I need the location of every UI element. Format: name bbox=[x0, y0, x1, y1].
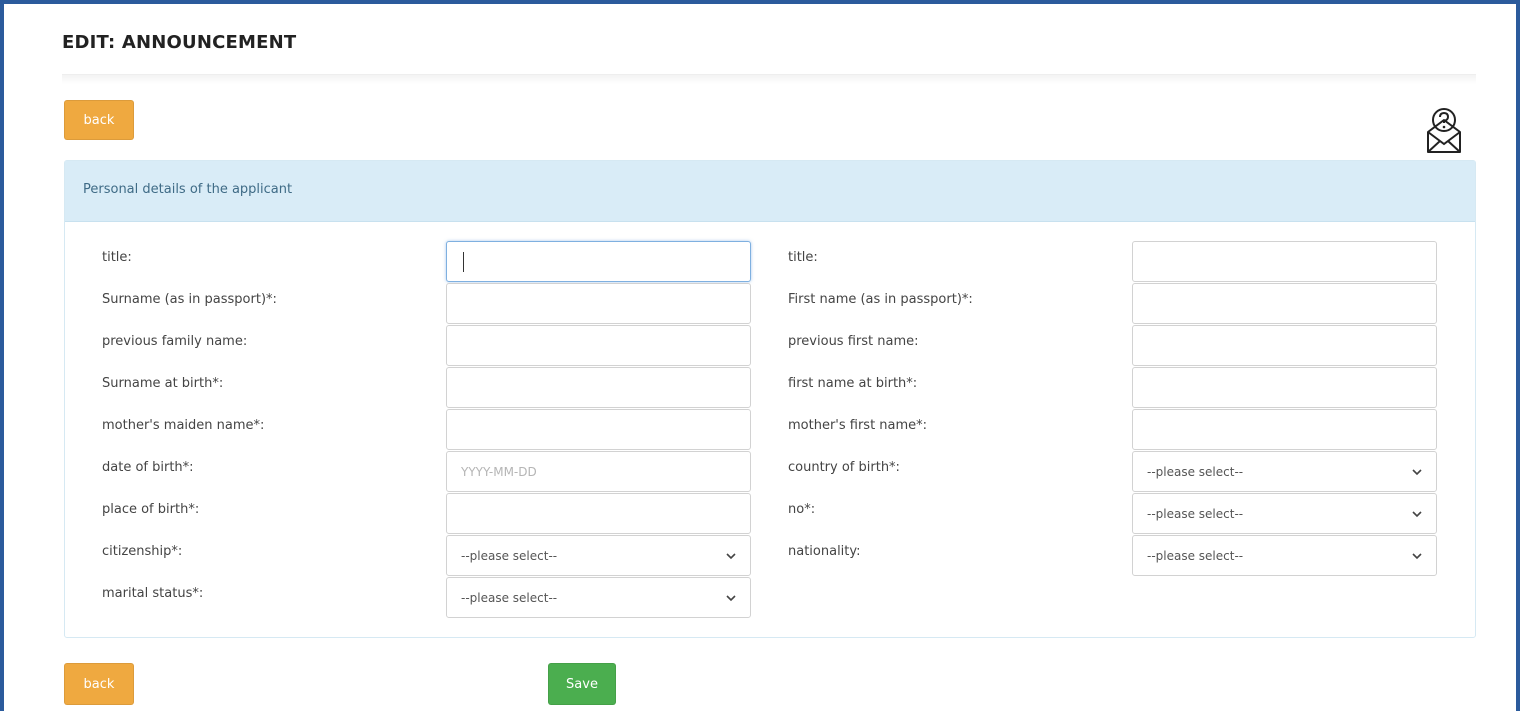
label-country-of-birth: country of birth*: bbox=[788, 460, 900, 475]
mothers-first-name-input[interactable] bbox=[1132, 409, 1437, 450]
panel-heading: Personal details of the applicant bbox=[65, 161, 1475, 222]
chevron-down-icon bbox=[1412, 552, 1422, 559]
no-select[interactable]: --please select-- bbox=[1132, 493, 1437, 534]
page-title: EDIT: ANNOUNCEMENT bbox=[62, 32, 297, 53]
chevron-down-icon bbox=[726, 594, 736, 601]
back-button-bottom[interactable]: back bbox=[64, 663, 134, 705]
chevron-down-icon bbox=[726, 552, 736, 559]
marital-status-select-value: --please select-- bbox=[461, 590, 558, 605]
marital-status-select[interactable]: --please select-- bbox=[446, 577, 751, 618]
label-mothers-first-name: mother's first name*: bbox=[788, 418, 928, 433]
label-mothers-maiden-name: mother's maiden name*: bbox=[102, 418, 265, 433]
title-input-left[interactable] bbox=[446, 241, 751, 282]
label-first-name-passport: First name (as in passport)*: bbox=[788, 292, 973, 307]
mothers-maiden-name-input[interactable] bbox=[446, 409, 751, 450]
label-place-of-birth: place of birth*: bbox=[102, 502, 200, 517]
label-first-name-at-birth: first name at birth*: bbox=[788, 376, 918, 391]
app-frame: EDIT: ANNOUNCEMENT back Personal details… bbox=[0, 0, 1520, 711]
save-button[interactable]: Save bbox=[548, 663, 616, 705]
envelope-question-icon[interactable] bbox=[1424, 106, 1464, 154]
citizenship-select-value: --please select-- bbox=[461, 548, 558, 563]
label-marital-status: marital status*: bbox=[102, 586, 204, 601]
label-previous-first-name: previous first name: bbox=[788, 334, 919, 349]
place-of-birth-input[interactable] bbox=[446, 493, 751, 534]
label-nationality: nationality: bbox=[788, 544, 861, 559]
label-no: no*: bbox=[788, 502, 816, 517]
chevron-down-icon bbox=[1412, 468, 1422, 475]
date-of-birth-input[interactable]: YYYY-MM-DD bbox=[446, 451, 751, 492]
country-of-birth-select-value: --please select-- bbox=[1147, 464, 1244, 479]
label-surname-passport: Surname (as in passport)*: bbox=[102, 292, 277, 307]
label-title-right: title: bbox=[788, 250, 818, 265]
label-date-of-birth: date of birth*: bbox=[102, 460, 194, 475]
nationality-select[interactable]: --please select-- bbox=[1132, 535, 1437, 576]
first-name-passport-input[interactable] bbox=[1132, 283, 1437, 324]
back-button-top[interactable]: back bbox=[64, 100, 134, 140]
nationality-select-value: --please select-- bbox=[1147, 548, 1244, 563]
date-placeholder: YYYY-MM-DD bbox=[461, 465, 537, 479]
surname-at-birth-input[interactable] bbox=[446, 367, 751, 408]
first-name-at-birth-input[interactable] bbox=[1132, 367, 1437, 408]
country-of-birth-select[interactable]: --please select-- bbox=[1132, 451, 1437, 492]
citizenship-select[interactable]: --please select-- bbox=[446, 535, 751, 576]
title-divider bbox=[62, 74, 1476, 84]
previous-family-name-input[interactable] bbox=[446, 325, 751, 366]
label-surname-at-birth: Surname at birth*: bbox=[102, 376, 224, 391]
label-title-left: title: bbox=[102, 250, 132, 265]
no-select-value: --please select-- bbox=[1147, 506, 1244, 521]
label-citizenship: citizenship*: bbox=[102, 544, 183, 559]
label-previous-family-name: previous family name: bbox=[102, 334, 248, 349]
surname-passport-input[interactable] bbox=[446, 283, 751, 324]
title-input-right[interactable] bbox=[1132, 241, 1437, 282]
previous-first-name-input[interactable] bbox=[1132, 325, 1437, 366]
chevron-down-icon bbox=[1412, 510, 1422, 517]
